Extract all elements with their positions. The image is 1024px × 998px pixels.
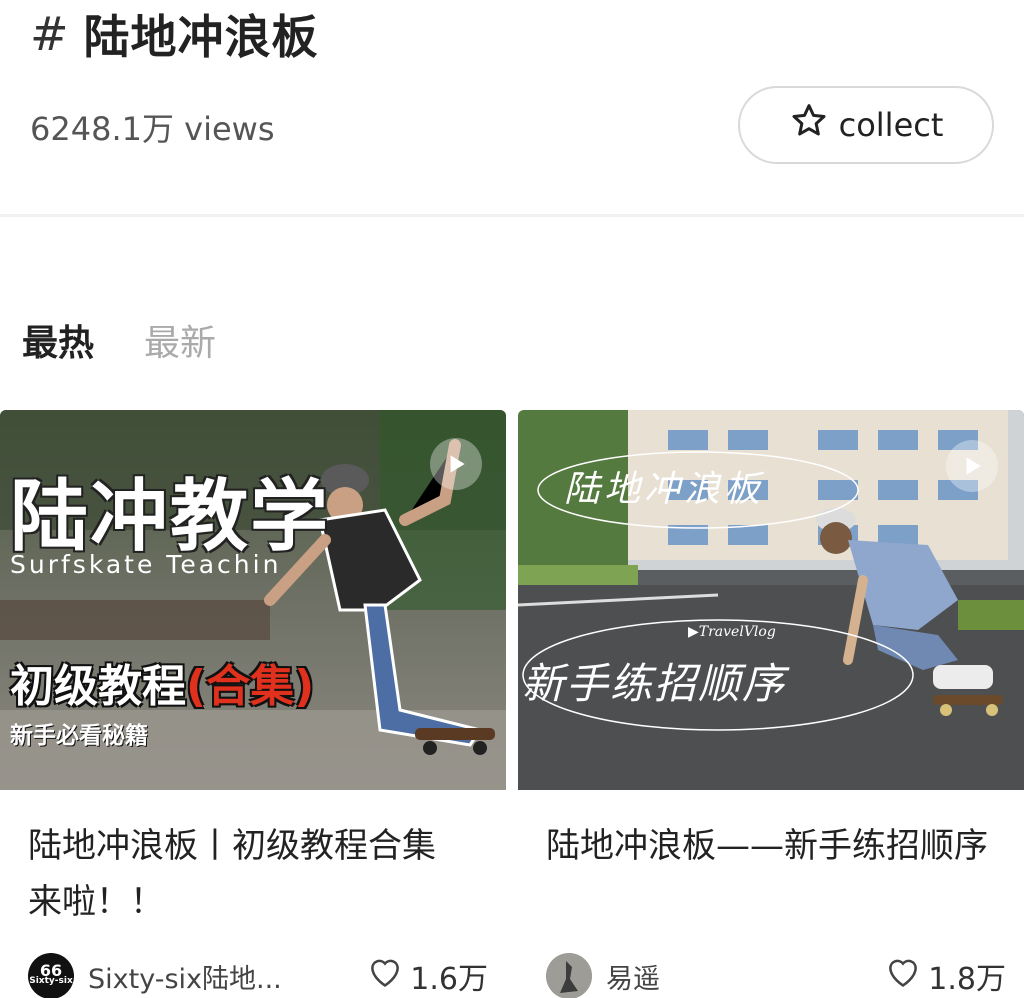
section-divider [0, 214, 1024, 217]
collect-button[interactable]: collect [738, 86, 994, 164]
author-name[interactable]: 易遥 [606, 957, 660, 996]
topic-page: # 陆地冲浪板 6248.1万 views collect 最热 最新 陆冲教学… [0, 0, 1024, 998]
author-row: 66 Sixty-six Sixty-six陆地... 1.6万 [28, 953, 488, 998]
thumbnail-tagline: 新手必看秘籍 [10, 723, 148, 749]
heart-outline-icon [884, 953, 922, 998]
thumbnail-script-title: 陆地冲浪板 [564, 469, 765, 510]
post-card[interactable]: 陆地冲浪板 ▶TravelVlog 新手练招顺序 陆地冲浪板——新手练招顺序 易… [518, 410, 1024, 998]
post-title[interactable]: 陆地冲浪板丨初级教程合集来啦！！ [28, 818, 468, 930]
like-button[interactable]: 1.8万 [884, 953, 1006, 998]
post-thumbnail[interactable]: 陆地冲浪板 ▶TravelVlog 新手练招顺序 [518, 410, 1024, 790]
play-icon [946, 440, 998, 492]
heart-outline-icon [366, 953, 404, 998]
like-count: 1.8万 [928, 962, 1006, 997]
like-button[interactable]: 1.6万 [366, 953, 488, 998]
author-row: 易遥 1.8万 [546, 953, 1006, 998]
view-count: 6248.1万 views [30, 110, 275, 148]
topic-name: 陆地冲浪板 [83, 10, 319, 64]
avatar[interactable]: 66 Sixty-six [28, 953, 74, 998]
thumbnail-subtitle: Surfskate Teachin [10, 550, 282, 579]
tab-hottest[interactable]: 最热 [22, 314, 94, 366]
like-count: 1.6万 [410, 962, 488, 997]
topic-title: # 陆地冲浪板 [30, 4, 319, 64]
star-outline-icon [789, 101, 829, 149]
post-card[interactable]: 陆冲教学 Surfskate Teachin 初级教程(合集) 新手必看秘籍 陆… [0, 410, 506, 998]
tab-newest[interactable]: 最新 [144, 314, 216, 366]
post-thumbnail[interactable]: 陆冲教学 Surfskate Teachin 初级教程(合集) 新手必看秘籍 [0, 410, 506, 790]
post-title[interactable]: 陆地冲浪板——新手练招顺序 [546, 818, 1006, 874]
thumbnail-tag: ▶TravelVlog [688, 624, 776, 640]
collect-label: collect [838, 106, 944, 144]
play-icon [430, 438, 482, 490]
avatar[interactable] [546, 953, 592, 998]
thumbnail-script-caption: 新手练招顺序 [522, 659, 787, 708]
thumbnail-caption: 初级教程(合集) [10, 661, 315, 712]
hash-icon: # [30, 7, 70, 61]
sort-tabs: 最热 最新 [22, 314, 216, 366]
author-name[interactable]: Sixty-six陆地... [88, 957, 282, 996]
